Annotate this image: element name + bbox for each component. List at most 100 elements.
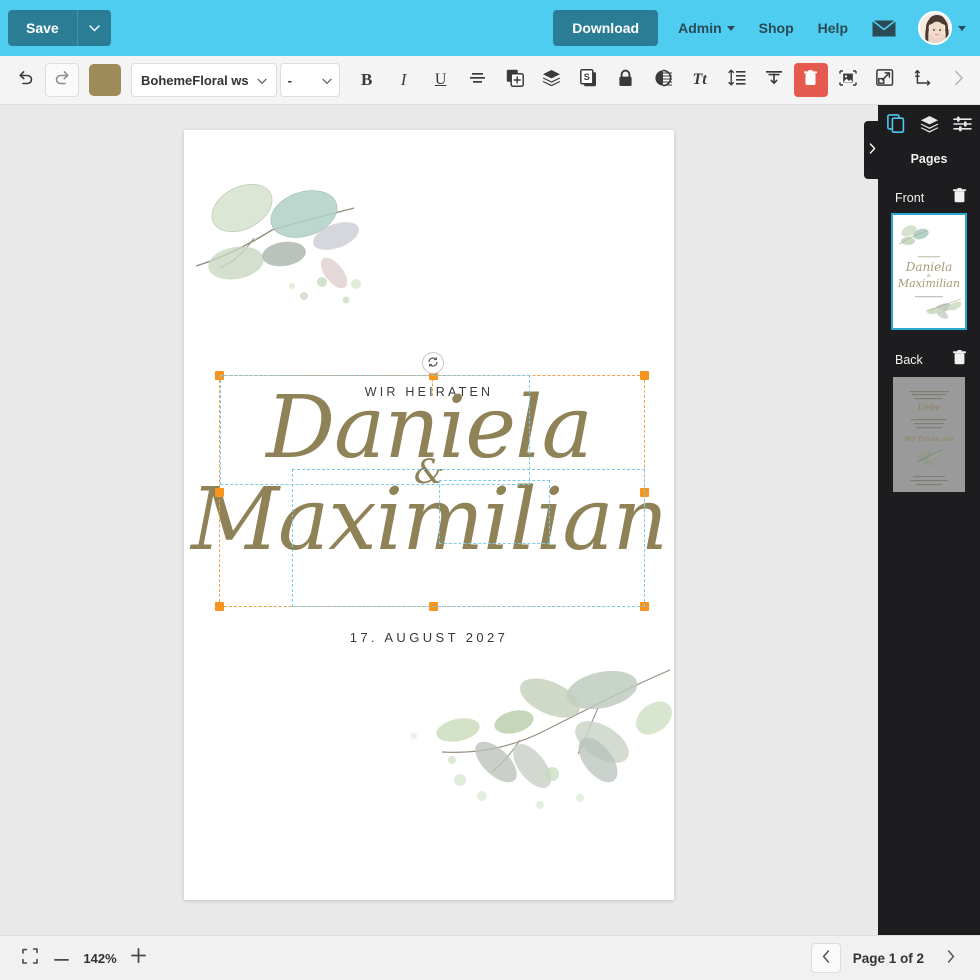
zoom-level-value[interactable]: 142% [77, 951, 123, 966]
selection-handle-bl[interactable] [215, 602, 224, 611]
pages-icon [886, 114, 906, 138]
image-placeholder-icon [838, 69, 857, 91]
line-spacing-button[interactable] [720, 63, 754, 97]
redo-icon [54, 70, 71, 90]
underline-button[interactable]: U [424, 63, 458, 97]
sidebar-collapse-button[interactable] [864, 121, 880, 179]
redo-button[interactable] [45, 63, 79, 97]
chevron-right-icon [954, 70, 964, 91]
page-header-front: Front [878, 188, 980, 208]
layers-icon [542, 69, 561, 91]
top-bar: Save Download Admin Shop Help [0, 0, 980, 56]
menu-item-help[interactable]: Help [818, 20, 848, 36]
page-block-back: Back Liebe Wir freuen uns [878, 350, 980, 492]
top-bar-right: Download Admin Shop Help [553, 10, 980, 46]
sidebar-tab-settings[interactable] [952, 116, 972, 136]
page-thumbnail-front[interactable]: Daniela & Maximilian [891, 213, 967, 330]
eucalyptus-branch-bottom-right[interactable] [402, 650, 677, 810]
chevron-right-icon [947, 950, 955, 966]
delete-page-back-button[interactable] [953, 350, 966, 370]
chevron-down-icon [726, 25, 735, 31]
save-button-group: Save [8, 10, 111, 46]
duplicate-icon [506, 69, 524, 92]
italic-button[interactable]: I [387, 63, 421, 97]
layers-icon [920, 115, 939, 138]
image-placeholder-button[interactable] [831, 63, 865, 97]
save-button[interactable]: Save [8, 10, 77, 46]
page-block-front: Front Daniela & Maximilian [878, 188, 980, 330]
fit-screen-icon [22, 947, 38, 969]
position-button[interactable] [905, 63, 939, 97]
page-navigation: Page 1 of 2 [810, 943, 966, 973]
rotate-handle[interactable] [422, 352, 444, 374]
chevron-down-icon [321, 73, 332, 88]
svg-text:Maximilian: Maximilian [897, 277, 960, 290]
resize-button[interactable] [868, 63, 902, 97]
trash-icon [804, 69, 818, 91]
lock-button[interactable] [609, 63, 643, 97]
align-button[interactable] [461, 63, 495, 97]
resize-icon [875, 69, 894, 91]
card-date-text[interactable]: 17. AUGUST 2027 [184, 630, 674, 645]
app-root: Save Download Admin Shop Help BohemeFlor… [0, 0, 980, 980]
user-menu[interactable] [918, 11, 966, 45]
align-center-icon [469, 71, 486, 90]
line-spacing-icon [727, 69, 746, 91]
lock-icon [618, 69, 633, 92]
selection-handle-ml[interactable] [215, 488, 224, 497]
delete-button[interactable] [793, 63, 828, 97]
selection-child-box-name-second[interactable] [292, 469, 645, 607]
sidebar-tabs [878, 105, 980, 136]
page-header-back: Back [878, 350, 980, 370]
pages-sidebar: Pages Front Daniela & Maximilian Back Li… [864, 105, 980, 935]
page-label-front: Front [895, 191, 925, 205]
plus-icon [131, 948, 146, 968]
bold-button[interactable]: B [350, 63, 384, 97]
svg-text:S: S [584, 72, 590, 82]
vertical-align-button[interactable] [757, 63, 791, 97]
font-size-select[interactable]: - [279, 63, 340, 97]
sliders-icon [952, 115, 972, 138]
avatar[interactable] [918, 11, 952, 45]
zoom-out-button[interactable] [46, 943, 77, 973]
layers-button[interactable] [535, 63, 569, 97]
chevron-down-icon [89, 19, 100, 37]
text-transform-button[interactable]: Tt [683, 63, 717, 97]
font-family-value: BohemeFloral ws [141, 72, 249, 88]
opacity-button[interactable] [646, 63, 680, 97]
shadow-button[interactable]: S [572, 63, 606, 97]
svg-text:Wir freuen uns: Wir freuen uns [904, 435, 954, 443]
vertical-align-icon [765, 70, 783, 91]
minus-icon [54, 949, 69, 967]
undo-icon [17, 70, 34, 90]
menu-item-admin[interactable]: Admin [678, 20, 735, 36]
toolbar-more-button[interactable] [942, 63, 976, 97]
canvas-page-front[interactable]: WIR HEIRATEN Daniela & Maximilian 17. AU… [184, 130, 674, 900]
next-page-button[interactable] [936, 943, 966, 973]
menu-item-shop[interactable]: Shop [759, 20, 794, 36]
sidebar-tab-pages[interactable] [886, 114, 906, 138]
font-size-value: - [287, 72, 292, 88]
undo-button[interactable] [8, 63, 42, 97]
previous-page-button[interactable] [810, 943, 841, 973]
envelope-icon[interactable] [872, 19, 896, 37]
download-button[interactable]: Download [553, 10, 659, 46]
svg-text:Liebe: Liebe [917, 403, 941, 412]
page-thumbnail-back[interactable]: Liebe Wir freuen uns [893, 377, 965, 492]
chevron-down-icon [958, 25, 966, 31]
page-label-back: Back [895, 353, 923, 367]
fit-screen-button[interactable] [14, 943, 46, 973]
text-color-swatch[interactable] [89, 64, 121, 96]
canvas-workspace[interactable]: WIR HEIRATEN Daniela & Maximilian 17. AU… [0, 105, 878, 935]
selection-handle-tr[interactable] [640, 371, 649, 380]
font-family-select[interactable]: BohemeFloral ws [131, 63, 277, 97]
duplicate-button[interactable] [498, 63, 532, 97]
opacity-icon [654, 69, 672, 92]
page-indicator-label: Page 1 of 2 [852, 950, 924, 966]
zoom-in-button[interactable] [123, 943, 154, 973]
chevron-left-icon [822, 950, 830, 966]
sidebar-tab-layers[interactable] [919, 115, 939, 138]
eucalyptus-branch-top-left[interactable] [184, 178, 384, 308]
delete-page-front-button[interactable] [953, 188, 966, 208]
save-dropdown-caret[interactable] [76, 10, 111, 46]
